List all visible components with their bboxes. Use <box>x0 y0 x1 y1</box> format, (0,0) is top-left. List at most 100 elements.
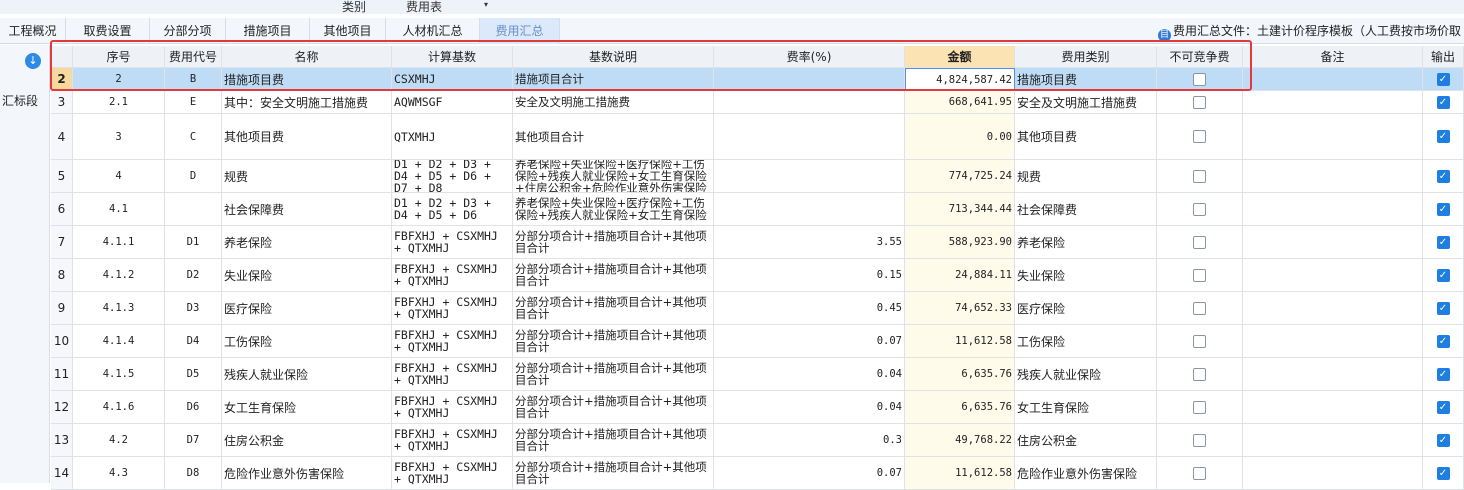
hdr-seq[interactable]: 序号 <box>73 46 165 68</box>
non-competitive-checkbox[interactable] <box>1193 235 1206 249</box>
name-cell[interactable]: 住房公积金 <box>222 424 392 457</box>
base-desc-cell[interactable]: 措施项目合计 <box>513 68 714 91</box>
seq-cell[interactable]: 4.2 <box>73 424 165 457</box>
base-cell[interactable]: FBFXHJ + CSXMHJ + QTXMHJ <box>392 226 513 259</box>
hdr-base[interactable]: 计算基数 <box>392 46 513 68</box>
code-cell[interactable]: B <box>165 68 222 91</box>
amount-cell[interactable]: 588,923.90 <box>905 226 1015 259</box>
category-cell[interactable]: 失业保险 <box>1015 259 1157 292</box>
table-row[interactable]: 5 4 D 规费 D1 + D2 + D3 + D4 + D5 + D6 + D7 + … <box>51 160 1464 193</box>
category-cell[interactable]: 社会保障费 <box>1015 193 1157 226</box>
note-cell[interactable] <box>1243 325 1423 358</box>
non-competitive-checkbox[interactable] <box>1193 400 1206 414</box>
amount-cell[interactable]: 49,768.22 <box>905 424 1015 457</box>
seq-cell[interactable]: 3 <box>73 114 165 160</box>
row-number[interactable]: 12 <box>51 391 73 424</box>
base-cell[interactable]: D1 + D2 + D3 + D4 + D5 + D6 <box>392 193 513 226</box>
non-competitive-checkbox[interactable] <box>1193 433 1206 447</box>
base-cell[interactable]: FBFXHJ + CSXMHJ + QTXMHJ <box>392 292 513 325</box>
base-desc-cell[interactable]: 安全及文明施工措施费 <box>513 91 714 114</box>
rate-cell[interactable] <box>714 193 905 226</box>
row-number[interactable]: 14 <box>51 457 73 490</box>
note-cell[interactable] <box>1243 391 1423 424</box>
amount-cell[interactable]: 11,612.58 <box>905 325 1015 358</box>
amount-cell[interactable]: 24,884.11 <box>905 259 1015 292</box>
note-cell[interactable] <box>1243 358 1423 391</box>
code-cell[interactable]: D4 <box>165 325 222 358</box>
base-cell[interactable]: FBFXHJ + CSXMHJ + QTXMHJ <box>392 358 513 391</box>
code-cell[interactable]: D5 <box>165 358 222 391</box>
non-competitive-checkbox[interactable] <box>1193 95 1206 109</box>
code-cell[interactable]: D6 <box>165 391 222 424</box>
name-cell[interactable]: 医疗保险 <box>222 292 392 325</box>
code-cell[interactable]: D8 <box>165 457 222 490</box>
hdr-corner[interactable] <box>51 46 73 68</box>
note-cell[interactable] <box>1243 226 1423 259</box>
output-checkbox[interactable]: ✓ <box>1436 202 1450 216</box>
base-desc-cell[interactable]: 分部分项合计+措施项目合计+其他项目合计 <box>513 226 714 259</box>
note-cell[interactable] <box>1243 160 1423 193</box>
row-number[interactable]: 13 <box>51 424 73 457</box>
base-cell[interactable]: QTXMHJ <box>392 114 513 160</box>
non-competitive-checkbox[interactable] <box>1193 466 1206 480</box>
name-cell[interactable]: 女工生育保险 <box>222 391 392 424</box>
amount-cell[interactable]: 6,635.76 <box>905 391 1015 424</box>
row-number[interactable]: 4 <box>51 114 73 160</box>
download-icon[interactable]: ↓ <box>25 53 41 69</box>
hdr-output[interactable]: 输出 <box>1423 46 1464 68</box>
table-row[interactable]: 10 4.1.4 D4 工伤保险 FBFXHJ + CSXMHJ + QTXMHJ 分部分… <box>51 325 1464 358</box>
base-desc-cell[interactable]: 分部分项合计+措施项目合计+其他项目合计 <box>513 325 714 358</box>
rate-cell[interactable]: 0.04 <box>714 391 905 424</box>
non-competitive-checkbox[interactable] <box>1193 268 1206 282</box>
amount-cell[interactable]: 774,725.24 <box>905 160 1015 193</box>
tab-fee-summary[interactable]: 费用汇总 <box>480 18 560 44</box>
seq-cell[interactable]: 4.1.2 <box>73 259 165 292</box>
amount-cell[interactable]: 6,635.76 <box>905 358 1015 391</box>
table-row[interactable]: 2 2 B 措施项目费 CSXMHJ 措施项目合计 4,824,587.42 措施项目费 ✓ <box>51 68 1464 91</box>
tab-fee-settings[interactable]: 取费设置 <box>66 18 150 44</box>
hdr-category[interactable]: 费用类别 <box>1015 46 1157 68</box>
tab-measures[interactable]: 措施项目 <box>226 18 310 44</box>
base-cell[interactable]: FBFXHJ + CSXMHJ + QTXMHJ <box>392 325 513 358</box>
note-cell[interactable] <box>1243 91 1423 114</box>
base-desc-cell[interactable]: 养老保险+失业保险+医疗保险+工伤保险+残疾人就业保险+女工生育保险 <box>513 193 714 226</box>
output-checkbox[interactable]: ✓ <box>1436 268 1450 282</box>
output-checkbox[interactable]: ✓ <box>1436 334 1450 348</box>
code-cell[interactable]: C <box>165 114 222 160</box>
name-cell[interactable]: 危险作业意外伤害保险 <box>222 457 392 490</box>
note-cell[interactable] <box>1243 424 1423 457</box>
note-cell[interactable] <box>1243 193 1423 226</box>
output-checkbox[interactable]: ✓ <box>1436 367 1450 381</box>
name-cell[interactable]: 社会保障费 <box>222 193 392 226</box>
base-desc-cell[interactable]: 养老保险+失业保险+医疗保险+工伤保险+残疾人就业保险+女工生育保险+住房公积金… <box>513 160 714 193</box>
code-cell[interactable]: D7 <box>165 424 222 457</box>
rate-cell[interactable]: 0.15 <box>714 259 905 292</box>
row-number[interactable]: 2 <box>51 68 73 91</box>
non-competitive-checkbox[interactable] <box>1193 202 1206 216</box>
category-cell[interactable]: 规费 <box>1015 160 1157 193</box>
seq-cell[interactable]: 4.3 <box>73 457 165 490</box>
note-cell[interactable] <box>1243 259 1423 292</box>
name-cell[interactable]: 其他项目费 <box>222 114 392 160</box>
base-desc-cell[interactable]: 分部分项合计+措施项目合计+其他项目合计 <box>513 259 714 292</box>
rate-cell[interactable]: 0.04 <box>714 358 905 391</box>
seq-cell[interactable]: 2 <box>73 68 165 91</box>
seq-cell[interactable]: 4 <box>73 160 165 193</box>
amount-cell[interactable]: 668,641.95 <box>905 91 1015 114</box>
amount-cell[interactable]: 11,612.58 <box>905 457 1015 490</box>
tab-sub-items[interactable]: 分部分项 <box>150 18 226 44</box>
rate-cell[interactable] <box>714 114 905 160</box>
base-desc-cell[interactable]: 分部分项合计+措施项目合计+其他项目合计 <box>513 391 714 424</box>
seq-cell[interactable]: 4.1.6 <box>73 391 165 424</box>
table-row[interactable]: 9 4.1.3 D3 医疗保险 FBFXHJ + CSXMHJ + QTXMHJ 分部分项… <box>51 292 1464 325</box>
base-cell[interactable]: FBFXHJ + CSXMHJ + QTXMHJ <box>392 391 513 424</box>
row-number[interactable]: 3 <box>51 91 73 114</box>
hdr-note[interactable]: 备注 <box>1243 46 1423 68</box>
name-cell[interactable]: 规费 <box>222 160 392 193</box>
non-competitive-checkbox[interactable] <box>1193 130 1206 143</box>
rate-cell[interactable] <box>714 160 905 193</box>
table-row[interactable]: 8 4.1.2 D2 失业保险 FBFXHJ + CSXMHJ + QTXMHJ 分部分项… <box>51 259 1464 292</box>
seq-cell[interactable]: 2.1 <box>73 91 165 114</box>
output-checkbox[interactable]: ✓ <box>1436 95 1450 109</box>
output-checkbox[interactable]: ✓ <box>1436 72 1450 86</box>
